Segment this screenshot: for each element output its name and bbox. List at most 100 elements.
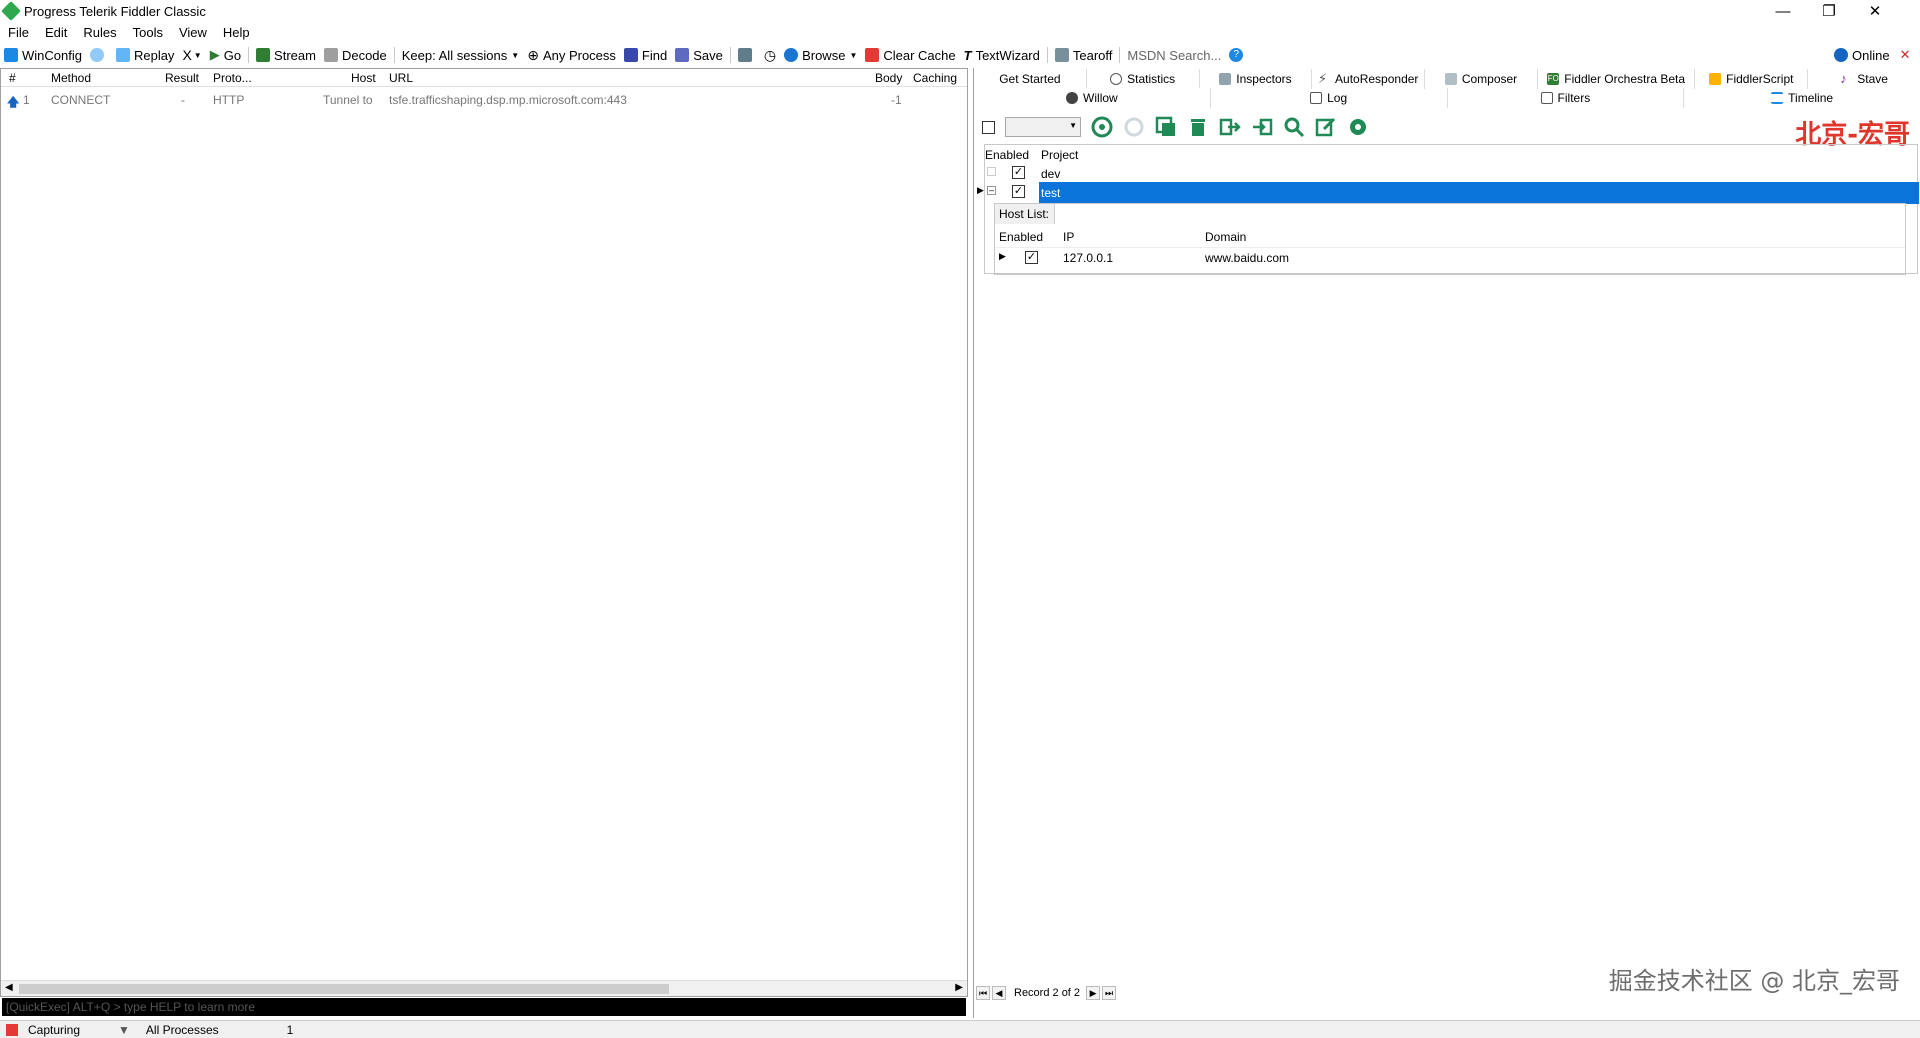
- session-count: 1: [286, 1022, 294, 1037]
- close-button[interactable]: ✕: [1852, 0, 1898, 22]
- next-record-button[interactable]: ▶: [1086, 986, 1101, 1000]
- replay-button[interactable]: Replay: [112, 44, 178, 66]
- crosshair-icon: ⊕: [527, 46, 539, 63]
- horizontal-scrollbar[interactable]: ◀ ▶: [1, 980, 967, 996]
- col-host[interactable]: Host: [351, 71, 376, 85]
- col-caching[interactable]: Caching: [913, 71, 957, 85]
- export-button[interactable]: [1217, 114, 1243, 140]
- settings-button[interactable]: [1345, 114, 1371, 140]
- refresh-button[interactable]: [1121, 114, 1147, 140]
- capturing-indicator[interactable]: Capturing: [0, 1023, 92, 1037]
- quickexec-input[interactable]: [QuickExec] ALT+Q > type HELP to learn m…: [2, 998, 966, 1016]
- project-row-selected[interactable]: test: [1039, 182, 1919, 204]
- select-all-checkbox[interactable]: [982, 120, 995, 134]
- project-enabled-checkbox[interactable]: ✓: [1012, 185, 1025, 198]
- tab-autoresponder[interactable]: ⚡ AutoResponder: [1312, 69, 1426, 89]
- capture-icon: [6, 1024, 18, 1037]
- process-filter[interactable]: ▼ All Processes: [106, 1023, 231, 1037]
- textwizard-button[interactable]: T TextWizard: [960, 44, 1044, 66]
- online-button[interactable]: Online ✕: [1830, 44, 1914, 66]
- screenshot-button[interactable]: [734, 44, 760, 66]
- msdn-search-input[interactable]: MSDN Search...: [1123, 44, 1225, 66]
- last-record-button[interactable]: ⏭: [1102, 986, 1117, 1000]
- scroll-left-icon[interactable]: ◀: [5, 982, 13, 993]
- globe-icon: [1091, 116, 1113, 138]
- col-project[interactable]: Project: [1041, 145, 1078, 165]
- first-record-button[interactable]: ⏮: [976, 986, 990, 1000]
- keep-sessions-dropdown[interactable]: Keep: All sessions ▼: [398, 44, 523, 66]
- help-button[interactable]: ?: [1225, 44, 1247, 66]
- collapse-icon[interactable]: –: [987, 186, 996, 195]
- col-body[interactable]: Body: [875, 71, 902, 85]
- search-icon: [1284, 117, 1305, 138]
- tab-timeline[interactable]: Timeline: [1684, 88, 1920, 108]
- session-host: Tunnel to: [323, 93, 373, 107]
- col-domain[interactable]: Domain: [1205, 230, 1246, 244]
- clock-icon: ◷: [763, 46, 777, 63]
- go-button[interactable]: ▶ Go: [206, 44, 245, 66]
- restore-button[interactable]: ❐: [1806, 0, 1852, 22]
- col-ip[interactable]: IP: [1063, 230, 1074, 244]
- online-icon: [1834, 48, 1848, 62]
- log-icon: [1310, 92, 1323, 104]
- timer-button[interactable]: ◷: [760, 44, 780, 66]
- menu-view[interactable]: View: [171, 25, 215, 40]
- host-enabled-checkbox[interactable]: ✓: [1025, 251, 1038, 264]
- stream-button[interactable]: Stream: [252, 44, 320, 66]
- menu-rules[interactable]: Rules: [75, 25, 124, 40]
- menu-edit[interactable]: Edit: [37, 25, 75, 40]
- decode-button[interactable]: Decode: [320, 44, 391, 66]
- winconfig-button[interactable]: WinConfig: [0, 44, 86, 66]
- col-url[interactable]: URL: [389, 71, 413, 85]
- menu-tools[interactable]: Tools: [125, 25, 171, 40]
- col-enabled[interactable]: Enabled: [985, 145, 1029, 165]
- menu-help[interactable]: Help: [215, 25, 258, 40]
- scrollbar-thumb[interactable]: [19, 984, 669, 994]
- import-button[interactable]: [1249, 114, 1275, 140]
- browse-button[interactable]: Browse ▼: [780, 44, 861, 66]
- save-button[interactable]: Save: [671, 44, 727, 66]
- scroll-right-icon[interactable]: ▶: [955, 982, 963, 993]
- session-number: 1: [23, 93, 30, 107]
- col-host-enabled[interactable]: Enabled: [999, 230, 1043, 244]
- tearoff-button[interactable]: Tearoff: [1051, 44, 1117, 66]
- search-button[interactable]: [1281, 114, 1307, 140]
- tab-stave[interactable]: ♪ Stave: [1808, 69, 1920, 89]
- tab-strip-bottom: Willow Log Filters Timeline: [974, 88, 1920, 108]
- host-row[interactable]: ▶ ✓ 127.0.0.1 www.baidu.com: [995, 247, 1905, 267]
- save-icon: [675, 48, 690, 62]
- close-icon[interactable]: ✕: [1900, 47, 1911, 63]
- edit-button[interactable]: [1313, 114, 1339, 140]
- tab-willow[interactable]: Willow: [974, 88, 1211, 108]
- remove-button[interactable]: X ▼: [178, 44, 205, 66]
- tab-fiddlerscript[interactable]: FiddlerScript: [1695, 69, 1809, 89]
- any-process-button[interactable]: ⊕ Any Process: [523, 44, 620, 66]
- checkbox-icon: [1540, 92, 1553, 104]
- tab-get-started[interactable]: Get Started: [974, 69, 1087, 89]
- find-button[interactable]: Find: [620, 44, 671, 66]
- menu-file[interactable]: File: [0, 25, 37, 40]
- tab-fiddler-orchestra[interactable]: FO Fiddler Orchestra Beta: [1538, 69, 1696, 89]
- copy-button[interactable]: [1153, 114, 1179, 140]
- delete-button[interactable]: [1185, 114, 1211, 140]
- host-list-title: Host List:: [995, 204, 1055, 224]
- col-result[interactable]: Result: [165, 71, 199, 85]
- tab-composer[interactable]: Composer: [1425, 69, 1538, 89]
- tab-filters[interactable]: Filters: [1448, 88, 1685, 108]
- menu-bar: File Edit Rules Tools View Help: [0, 22, 1920, 42]
- tab-statistics[interactable]: Statistics: [1087, 69, 1200, 89]
- gear-icon: [1350, 119, 1366, 135]
- prev-record-button[interactable]: ◀: [992, 986, 1006, 1000]
- col-protocol[interactable]: Proto...: [213, 71, 252, 85]
- col-number[interactable]: #: [9, 71, 16, 85]
- tab-inspectors[interactable]: Inspectors: [1200, 69, 1313, 89]
- comment-button[interactable]: [86, 44, 112, 66]
- clear-cache-button[interactable]: Clear Cache: [861, 44, 959, 66]
- globe-add-button[interactable]: [1089, 114, 1115, 140]
- col-method[interactable]: Method: [51, 71, 91, 85]
- project-dropdown[interactable]: ▼: [1005, 117, 1081, 137]
- tab-log[interactable]: Log: [1211, 88, 1448, 108]
- expand-icon[interactable]: [987, 167, 996, 176]
- minimize-button[interactable]: —: [1760, 0, 1806, 22]
- project-enabled-checkbox[interactable]: ✓: [1012, 166, 1025, 179]
